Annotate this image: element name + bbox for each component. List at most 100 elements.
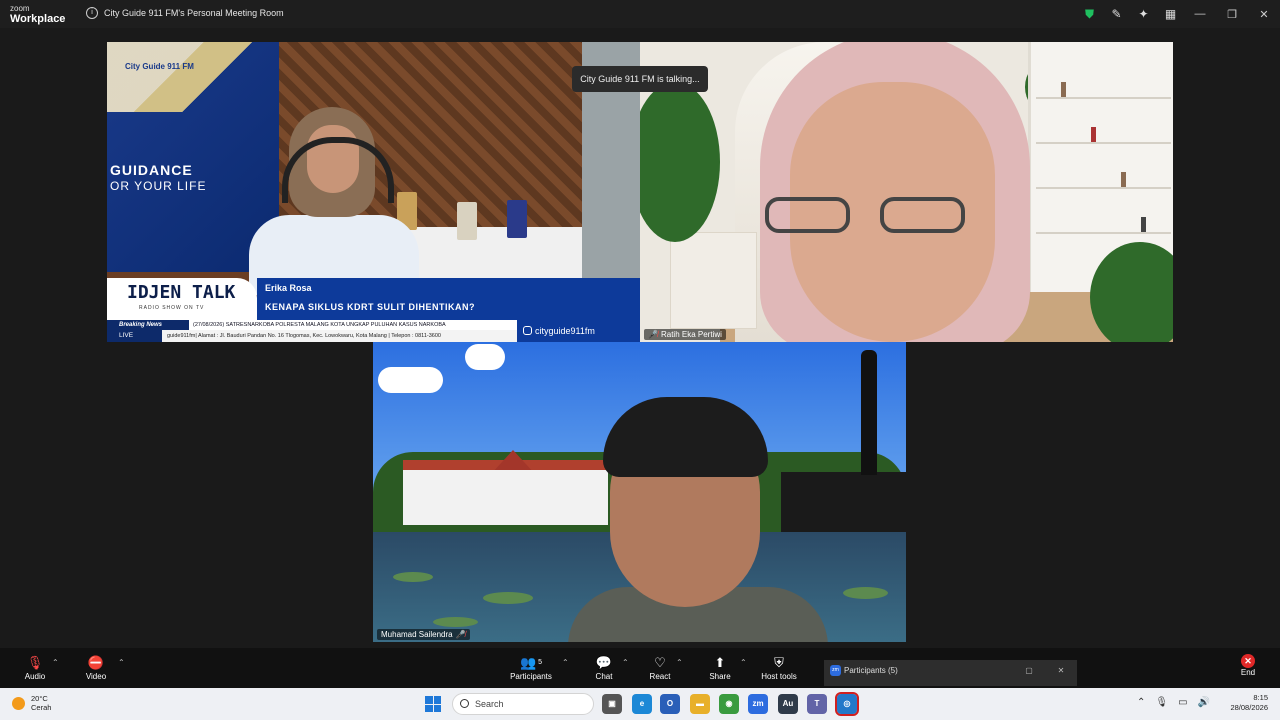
presenter-video [237,107,427,295]
cloud [465,344,505,370]
info-icon[interactable]: i [86,7,98,19]
lily-pad [483,592,533,604]
chevron-up-icon[interactable]: ⌃ [1137,697,1145,708]
show-logo-sub: RADIO SHOW ON TV [139,305,205,311]
participant-hair [603,397,768,477]
banner-brand: City Guide 911 FM [125,62,194,71]
share-caret-icon[interactable]: ⌃ [740,658,747,667]
participants-window-title: Participants (5) [844,666,898,675]
meeting-info[interactable]: i City Guide 911 FM's Personal Meeting R… [86,7,284,19]
muted-mic-icon: 🎤̸ [455,630,466,639]
sun-icon [12,696,25,710]
participants-caret-icon[interactable]: ⌃ [562,658,569,667]
microphone-icon[interactable]: 🎙 [1155,697,1168,708]
window-close-icon[interactable]: ✕ [1052,660,1070,682]
show-logo: IDJEN TALK RADIO SHOW ON TV [107,278,257,320]
network-icon[interactable]: ▭ [1178,697,1187,708]
video-button[interactable]: ⛔ Video [69,654,123,681]
muted-mic-icon: 🎤̸ [648,330,658,339]
host-tools-button[interactable]: ⛨ Host tools [752,654,806,681]
lower-third: IDJEN TALK RADIO SHOW ON TV Erika Rosa K… [107,278,640,342]
cabinet [670,232,757,329]
minimize-icon[interactable]: — [1184,0,1216,28]
chrome-icon[interactable]: ◉ [719,694,739,714]
taskbar-search[interactable]: Search [452,693,594,715]
video-tile-city-guide[interactable]: City Guide 911 FM GUIDANCE OR YOUR LIFE … [107,42,640,342]
restore-icon[interactable]: ❐ [1216,0,1248,28]
banner-swoosh [107,42,279,112]
annotate-icon[interactable]: ✎ [1103,0,1130,28]
participants-mini-window[interactable]: zm Participants (5) ▢ ✕ [824,660,1077,686]
window-restore-icon[interactable]: ▢ [1020,660,1038,682]
view-grid-icon[interactable]: ▦ [1157,0,1184,28]
ticker-text-1: (27/08/2026) SATRESNARKOBA POLRESTA MALA… [193,322,446,328]
participants-label: Participants [510,672,552,681]
monument [861,350,877,475]
video-tile-ratih[interactable]: 🎤̸ Ratih Eka Pertiwi [640,42,1173,342]
video-tile-muhamad[interactable]: Muhamad Sailendra 🎤̸ [373,342,906,642]
social-handle: cityguide911fm [517,320,640,342]
video-options-caret-icon[interactable]: ⌃ [118,658,125,667]
temperature: 20°C [31,694,48,703]
lens [765,197,850,233]
topic-bar [257,278,640,320]
close-icon[interactable]: ✕ [1248,0,1280,28]
time: 8:15 [1253,693,1268,702]
windows-taskbar: 20°C Cerah Search ▣ e O ▬ ◉ zm Au T ◎ ⌃ … [0,688,1280,720]
audio-options-caret-icon[interactable]: ⌃ [52,658,59,667]
clock[interactable]: 8:15 28/08/2026 [1230,693,1268,713]
host-tools-label: Host tools [761,672,797,681]
host-tools-shield-icon: ⛨ [774,655,784,670]
participants-count: 5 [538,659,543,666]
video-off-icon: ⛔ [87,655,105,670]
share-button[interactable]: ⬆ Share [693,654,747,681]
logo-line2: Workplace [10,13,66,25]
book [1061,82,1066,97]
ticker-text-2: guide911fm| Alamat : Jl. Bauduri Pandan … [167,333,441,339]
outlook-icon[interactable]: O [660,694,680,714]
trophy [457,202,477,240]
file-explorer-icon[interactable]: ▬ [690,694,710,714]
book [1091,127,1096,142]
weather-condition: Cerah [31,703,52,712]
teams-icon[interactable]: T [807,694,827,714]
plant [640,82,720,242]
breaking-news-label: Breaking News [107,320,189,330]
video-stage: City Guide 911 FM GUIDANCE OR YOUR LIFE … [0,28,1280,648]
meeting-controls: 🎙 Audio ⌃ ⛔ Video ⌃ 👥 5 Participants ⌃ 💬 … [0,648,1280,688]
security-shield-icon[interactable]: ⛊ [1076,0,1103,28]
participant-name: Muhamad Sailendra [381,630,453,639]
lens [880,197,965,233]
participants-icon: 👥 5 [519,655,543,670]
weather-widget[interactable]: 20°C Cerah [12,694,51,712]
active-app-icon[interactable]: ◎ [835,692,859,716]
edge-icon[interactable]: e [632,694,652,714]
volume-icon[interactable]: 🔊 [1198,697,1210,708]
task-view-icon[interactable]: ▣ [602,694,622,714]
ai-companion-icon[interactable]: ✦ [1130,0,1157,28]
react-caret-icon[interactable]: ⌃ [676,658,683,667]
date: 28/08/2026 [1230,703,1268,712]
participant-video [568,397,828,642]
zoom-logo: zoom Workplace [10,4,66,25]
chat-label: Chat [595,672,613,681]
book [1141,217,1146,232]
react-label: React [649,672,671,681]
audition-icon[interactable]: Au [778,694,798,714]
lily-pad [433,617,478,627]
search-icon [460,699,469,708]
title-bar: zoom Workplace i City Guide 911 FM's Per… [0,0,1280,28]
show-logo-text: IDJEN TALK [127,282,236,303]
participant-name-tag: Muhamad Sailendra 🎤̸ [377,629,470,640]
windows-start-icon[interactable] [425,696,441,712]
participants-button[interactable]: 👥 5 Participants [504,654,558,681]
cloud [378,367,443,393]
zoom-app-icon: zm [830,665,841,676]
speaker-name: Erika Rosa [265,283,312,293]
chat-caret-icon[interactable]: ⌃ [622,658,629,667]
book [1121,172,1126,187]
topic-title: KENAPA SIKLUS KDRT SULIT DIHENTIKAN? [265,302,475,312]
end-button[interactable]: ✕ End [1228,654,1268,677]
zoom-taskbar-icon[interactable]: zm [748,694,768,714]
participant-name: Ratih Eka Pertiwi [660,330,722,339]
